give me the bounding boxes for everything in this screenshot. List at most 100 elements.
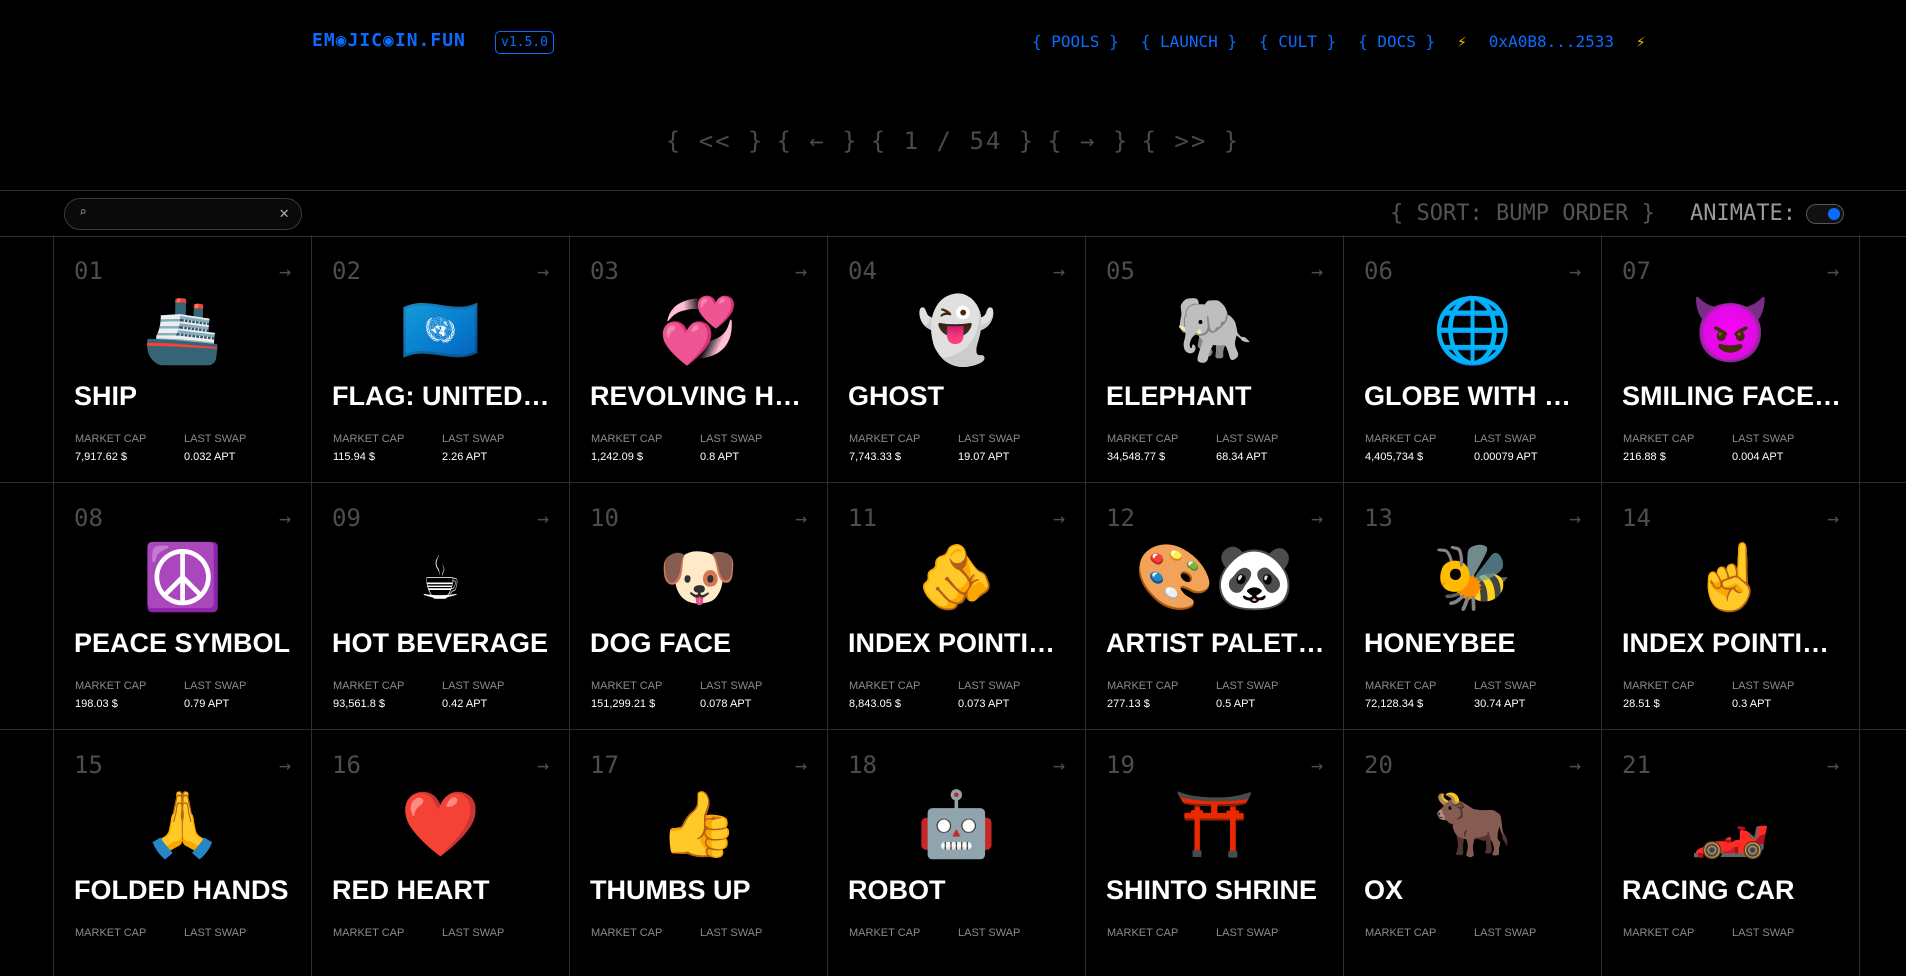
- last-swap-value: 0.3 APT: [1732, 698, 1772, 710]
- market-cap-label: MARKET CAP: [1107, 433, 1179, 445]
- market-cap-value: 4,405,734 $: [1365, 451, 1424, 463]
- arrow-right-icon[interactable]: →: [1569, 753, 1581, 777]
- coin-emoji: 👍: [658, 788, 739, 862]
- page-indicator: { 1 / 54 }: [870, 127, 1036, 155]
- coin-card[interactable]: 03 → 💞 REVOLVING HEARTS MARKET CAP 1,242.09 $…: [570, 235, 828, 482]
- toolbar: ⌕ ✕ { SORT: BUMP ORDER } ANIMATE:: [0, 190, 1906, 237]
- market-cap: MARKET CAP 1,242.09 $: [591, 433, 662, 463]
- arrow-right-icon[interactable]: →: [1311, 506, 1323, 530]
- coin-card[interactable]: 08 → ☮️ PEACE SYMBOL MARKET CAP 198.03 $ LAST …: [54, 482, 312, 729]
- card-number: 14: [1622, 504, 1651, 532]
- prev-page-button[interactable]: { ← }: [777, 127, 859, 155]
- market-cap-value: 1,242.09 $: [591, 451, 643, 463]
- coin-card[interactable]: 11 → 🫵 INDEX POINTING AT THE VIEWER MARKET C…: [828, 482, 1086, 729]
- market-cap: MARKET CAP: [849, 927, 920, 945]
- coin-card[interactable]: 09 → ☕ HOT BEVERAGE MARKET CAP 93,561.8 $ LAST…: [312, 482, 570, 729]
- last-swap: LAST SWAP 0.073 APT: [958, 680, 1020, 710]
- card-number: 02: [332, 257, 361, 285]
- arrow-right-icon[interactable]: →: [1311, 753, 1323, 777]
- pagination: { << } { ← } { 1 / 54 } { → } { >> }: [0, 127, 1906, 155]
- coin-card[interactable]: 07 → 😈 SMILING FACE WITH HORNS MARKET CAP 216…: [1602, 235, 1860, 482]
- coin-card[interactable]: 01 → 🚢 SHIP MARKET CAP 7,917.62 $ LAST SWAP 0.0…: [54, 235, 312, 482]
- arrow-right-icon[interactable]: →: [279, 506, 291, 530]
- arrow-right-icon[interactable]: →: [1827, 506, 1839, 530]
- last-swap-label: LAST SWAP: [1216, 680, 1279, 692]
- last-page-button[interactable]: { >> }: [1142, 127, 1241, 155]
- coin-name: GHOST: [848, 381, 945, 411]
- market-cap-label: MARKET CAP: [1623, 927, 1695, 939]
- last-swap: LAST SWAP 0.00079 APT: [1474, 433, 1538, 463]
- coin-name: ARTIST PALETTE PANDA: [1106, 628, 1328, 658]
- arrow-right-icon[interactable]: →: [1053, 259, 1065, 283]
- last-swap-label: LAST SWAP: [184, 433, 247, 445]
- coin-emoji: 🇺🇳: [400, 294, 481, 368]
- arrow-right-icon[interactable]: →: [1569, 259, 1581, 283]
- market-cap: MARKET CAP 28.51 $: [1623, 680, 1694, 710]
- last-swap: LAST SWAP 0.032 APT: [184, 433, 246, 463]
- bolt-icon: ⚡: [1457, 32, 1467, 51]
- market-cap-label: MARKET CAP: [591, 927, 663, 939]
- last-swap-value: 2.26 APT: [442, 451, 488, 463]
- arrow-right-icon[interactable]: →: [1827, 259, 1839, 283]
- coin-emoji: 👻: [916, 294, 997, 368]
- last-swap: LAST SWAP: [1732, 927, 1794, 945]
- market-cap-value: 8,843.05 $: [849, 698, 901, 710]
- market-cap-label: MARKET CAP: [1107, 680, 1179, 692]
- first-page-button[interactable]: { << }: [666, 127, 765, 155]
- nav-pools[interactable]: { POOLS }: [1032, 32, 1119, 51]
- nav-launch[interactable]: { LAUNCH }: [1141, 32, 1237, 51]
- last-swap-label: LAST SWAP: [1474, 680, 1537, 692]
- version-badge: v1.5.0: [495, 31, 554, 54]
- last-swap-value: 0.00079 APT: [1474, 451, 1538, 463]
- arrow-right-icon[interactable]: →: [795, 753, 807, 777]
- arrow-right-icon[interactable]: →: [279, 753, 291, 777]
- arrow-right-icon[interactable]: →: [795, 259, 807, 283]
- coin-card[interactable]: 04 → 👻 GHOST MARKET CAP 7,743.33 $ LAST SWAP 19…: [828, 235, 1086, 482]
- coin-card[interactable]: 05 → 🐘 ELEPHANT MARKET CAP 34,548.77 $ LAST SW…: [1086, 235, 1344, 482]
- last-swap-label: LAST SWAP: [958, 927, 1021, 939]
- last-swap-label: LAST SWAP: [184, 680, 247, 692]
- market-cap-label: MARKET CAP: [591, 680, 663, 692]
- last-swap-label: LAST SWAP: [442, 927, 505, 939]
- coin-name: INDEX POINTING AT THE VIEWER: [848, 628, 1070, 658]
- coin-card[interactable]: 12 → 🎨🐼 ARTIST PALETTE PANDA MARKET CAP 277.1…: [1086, 482, 1344, 729]
- market-cap-label: MARKET CAP: [75, 927, 147, 939]
- coin-card[interactable]: 10 → 🐶 DOG FACE MARKET CAP 151,299.21 $ LAST S…: [570, 482, 828, 729]
- last-swap-value: 0.42 APT: [442, 698, 488, 710]
- close-icon[interactable]: ✕: [279, 203, 289, 222]
- market-cap: MARKET CAP 4,405,734 $: [1365, 433, 1436, 463]
- coin-card[interactable]: 02 → 🇺🇳 FLAG: UNITED NATIONS MARKET CAP 115.9…: [312, 235, 570, 482]
- card-number: 16: [332, 751, 361, 779]
- coin-card[interactable]: 13 → 🐝 HONEYBEE MARKET CAP 72,128.34 $ LAST SW…: [1344, 482, 1602, 729]
- arrow-right-icon[interactable]: →: [279, 259, 291, 283]
- nav-docs[interactable]: { DOCS }: [1358, 32, 1435, 51]
- coin-emoji: 🐝: [1432, 541, 1513, 615]
- arrow-right-icon[interactable]: →: [537, 506, 549, 530]
- market-cap: MARKET CAP: [1623, 927, 1694, 945]
- coin-card[interactable]: 06 → 🌐 GLOBE WITH MERIDIANS MARKET CAP 4,405,…: [1344, 235, 1602, 482]
- last-swap: LAST SWAP 2.26 APT: [442, 433, 504, 463]
- card-number: 15: [74, 751, 103, 779]
- market-cap: MARKET CAP 34,548.77 $: [1107, 433, 1178, 463]
- coin-card[interactable]: 14 → ☝️ INDEX POINTING UP MARKET CAP 28.51 $ L…: [1602, 482, 1860, 729]
- arrow-right-icon[interactable]: →: [1053, 506, 1065, 530]
- arrow-right-icon[interactable]: →: [537, 753, 549, 777]
- arrow-right-icon[interactable]: →: [1827, 753, 1839, 777]
- arrow-right-icon[interactable]: →: [1053, 753, 1065, 777]
- arrow-right-icon[interactable]: →: [1569, 506, 1581, 530]
- arrow-right-icon[interactable]: →: [795, 506, 807, 530]
- sort-dropdown[interactable]: { SORT: BUMP ORDER }: [1390, 201, 1655, 226]
- search-input[interactable]: [101, 204, 265, 224]
- last-swap-label: LAST SWAP: [1216, 927, 1279, 939]
- next-page-button[interactable]: { → }: [1047, 127, 1129, 155]
- wallet-address-button[interactable]: 0xA0B8...2533: [1489, 32, 1614, 51]
- site-logo[interactable]: EM◉JIC◉IN.FUN: [312, 30, 466, 51]
- animate-toggle[interactable]: [1806, 204, 1844, 224]
- market-cap-value: 216.88 $: [1623, 451, 1666, 463]
- nav-cult[interactable]: { CULT }: [1259, 32, 1336, 51]
- market-cap-label: MARKET CAP: [333, 927, 405, 939]
- coin-name: ELEPHANT: [1106, 381, 1252, 411]
- market-cap: MARKET CAP: [1365, 927, 1436, 945]
- arrow-right-icon[interactable]: →: [1311, 259, 1323, 283]
- arrow-right-icon[interactable]: →: [537, 259, 549, 283]
